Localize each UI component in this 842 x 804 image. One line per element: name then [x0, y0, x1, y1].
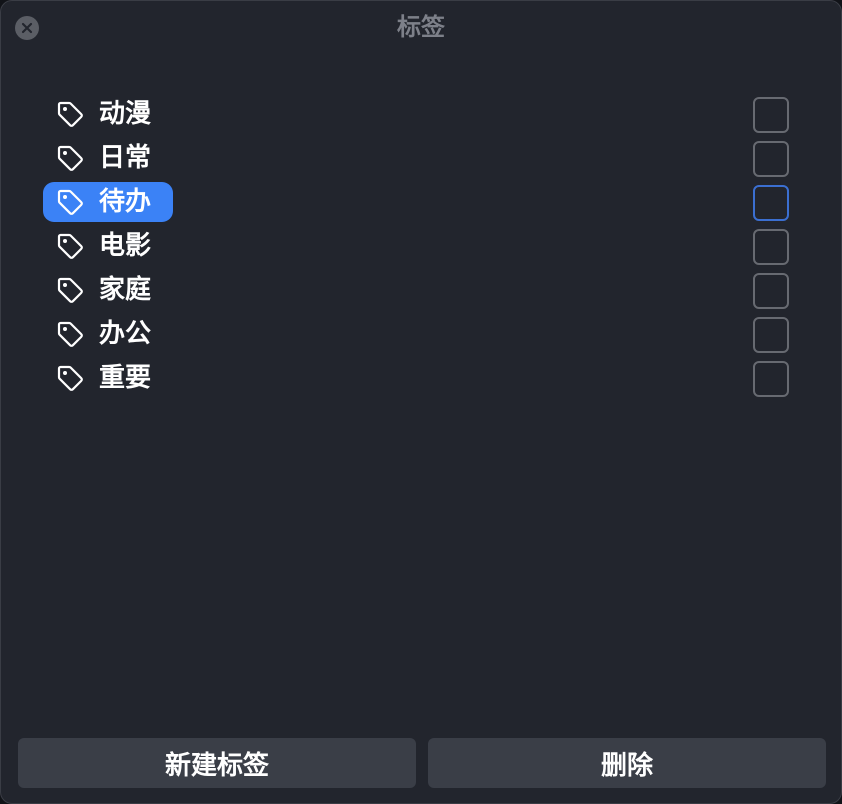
tag-checkbox[interactable]: [753, 185, 789, 221]
delete-button[interactable]: 删除: [428, 738, 826, 788]
tag-item[interactable]: 日常: [43, 138, 173, 178]
tag-icon: [55, 363, 85, 393]
tag-checkbox[interactable]: [753, 361, 789, 397]
tag-row: 办公: [1, 313, 841, 357]
tag-row: 动漫: [1, 93, 841, 137]
tag-item[interactable]: 家庭: [43, 270, 173, 310]
tag-row: 重要: [1, 357, 841, 401]
tag-checkbox[interactable]: [753, 141, 789, 177]
tag-icon: [55, 99, 85, 129]
tag-icon: [55, 275, 85, 305]
window-title: 标签: [397, 13, 445, 41]
tag-label: 动漫: [99, 99, 152, 129]
tag-label: 电影: [99, 231, 152, 261]
tag-icon: [55, 319, 85, 349]
tag-label: 家庭: [99, 275, 152, 305]
tag-row: 待办: [1, 181, 841, 225]
tag-item[interactable]: 待办: [43, 182, 174, 222]
tags-window: 标签 动漫日常待办电影家庭办公重要 新建标签 删除: [0, 0, 842, 804]
tag-row: 日常: [1, 137, 841, 181]
tag-item[interactable]: 动漫: [43, 94, 173, 134]
tag-list: 动漫日常待办电影家庭办公重要: [1, 93, 841, 401]
tag-item[interactable]: 重要: [43, 358, 173, 398]
tag-label: 待办: [99, 187, 152, 217]
tag-label: 日常: [99, 143, 152, 173]
tag-icon: [55, 143, 85, 173]
tag-checkbox[interactable]: [753, 229, 789, 265]
tag-checkbox[interactable]: [753, 273, 789, 309]
title-bar: 标签: [1, 1, 841, 53]
tag-checkbox[interactable]: [753, 317, 789, 353]
new-tag-button[interactable]: 新建标签: [18, 738, 416, 788]
tag-label: 重要: [99, 363, 152, 393]
tag-row: 电影: [1, 225, 841, 269]
tag-item[interactable]: 办公: [43, 314, 173, 354]
tag-icon: [55, 231, 85, 261]
tag-checkbox[interactable]: [753, 97, 789, 133]
tag-icon: [55, 187, 85, 217]
tag-row: 家庭: [1, 269, 841, 313]
tag-label: 办公: [99, 319, 152, 349]
tag-item[interactable]: 电影: [43, 226, 173, 266]
